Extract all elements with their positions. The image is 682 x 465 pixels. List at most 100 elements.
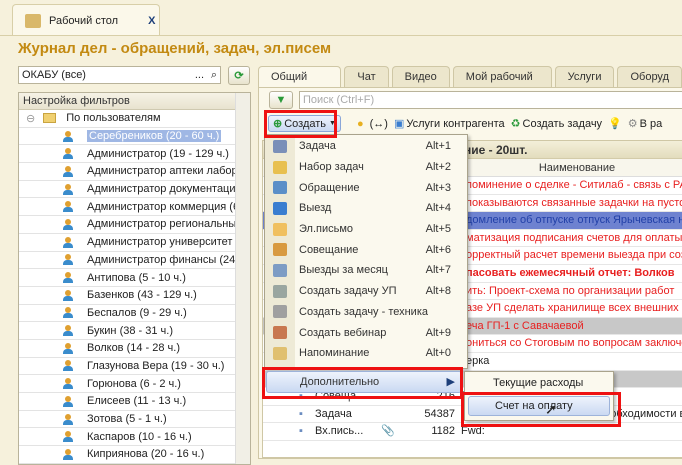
menu-item-icon: [273, 201, 287, 215]
tree-user-item[interactable]: Горюнова (6 - 2 ч.): [19, 375, 250, 393]
user-label: Зотова (5 - 1 ч.): [87, 413, 167, 426]
tree-user-item[interactable]: Каспаров (10 - 16 ч.): [19, 428, 250, 447]
desktop-icon: [25, 13, 41, 28]
tree-user-item[interactable]: Киприянова (20 - 16 ч.): [19, 446, 250, 464]
menu-item[interactable]: Создать задачу - техника: [265, 302, 467, 323]
tree-user-item[interactable]: Базенков (43 - 129 ч.): [19, 287, 250, 305]
menu-item-label: Задача: [299, 140, 336, 153]
tree-user-item[interactable]: Зотова (5 - 1 ч.): [19, 411, 250, 429]
search-placeholder: Поиск (Ctrl+F): [303, 94, 375, 106]
row-text: поминение о сделке - Ситилаб - связь с Р…: [466, 179, 682, 191]
menu-item-shortcut: Alt+6: [425, 243, 451, 256]
tree-user-item[interactable]: Администратор (19 - 129 ч.): [19, 145, 250, 164]
row-type: Вх.пись...: [315, 425, 364, 438]
tree-user-item[interactable]: Администратор университет (14 -: [19, 234, 250, 252]
tree-user-item[interactable]: Елисеев (11 - 13 ч.): [19, 393, 250, 411]
tree-user-item[interactable]: Администратор финансы (242 - 2: [19, 252, 250, 270]
create-task-button[interactable]: Создать задачу: [523, 118, 603, 130]
menu-item[interactable]: Создать вебинар Alt+9: [265, 322, 467, 343]
user-icon: [63, 272, 73, 284]
user-label: Глазунова Вера (19 - 30 ч.): [87, 359, 225, 372]
search-input[interactable]: Поиск (Ctrl+F): [299, 91, 682, 109]
menu-item[interactable]: Совещание Alt+6: [265, 239, 467, 260]
menu-item-shortcut: Alt+0: [425, 347, 451, 360]
tab-item[interactable]: Услуги: [554, 66, 615, 87]
row-text: азе УП сделать хранилище всех внешних от…: [466, 302, 682, 315]
menu-item-shortcut: Alt+1: [425, 140, 451, 153]
page-title: Журнал дел - обращений, задач, эл.писем: [18, 40, 332, 57]
submenu-item-current-expenses[interactable]: Текущие расходы: [465, 372, 613, 394]
menu-item-icon: [273, 181, 287, 195]
menu-item-label: Обращение: [299, 181, 360, 194]
tab-item[interactable]: Видео: [391, 66, 450, 87]
highlight-invoice: [461, 392, 621, 427]
select-button[interactable]: ...: [195, 69, 204, 81]
row-type: Задача: [315, 407, 352, 420]
menu-item[interactable]: Эл.письмо Alt+5: [265, 219, 467, 240]
tree-user-item[interactable]: Беспалов (9 - 29 ч.): [19, 305, 250, 323]
tree-group-label: По пользователям: [66, 112, 161, 125]
menu-item[interactable]: Создать задачу УП Alt+8: [265, 281, 467, 302]
menu-item[interactable]: Напоминание Alt+0: [265, 343, 467, 364]
user-label: Администратор финансы (242 - 2: [87, 253, 250, 266]
row-text: домление об отпуске отпуск Ярычевская на: [466, 214, 682, 227]
tab-desktop-label: Рабочий стол: [49, 14, 119, 27]
user-icon: [63, 360, 73, 372]
tab-item[interactable]: Оборуд: [617, 66, 682, 87]
filter-value: ОКАБУ (все): [22, 69, 86, 81]
tree-user-item[interactable]: Серебреников (20 - 60 ч.): [19, 128, 250, 146]
scrollbar[interactable]: [235, 93, 250, 464]
menu-item-shortcut: Alt+3: [425, 181, 451, 194]
close-icon[interactable]: X: [148, 15, 155, 27]
user-icon: [63, 325, 73, 337]
menu-item[interactable]: Задача Alt+1: [265, 136, 467, 157]
menu-item[interactable]: Набор задач Alt+2: [265, 157, 467, 178]
filter-input[interactable]: ОКАБУ (все) ... ⌕: [18, 66, 221, 84]
menu-item-label: Выезды за месяц: [299, 264, 388, 277]
tab-item[interactable]: Мой рабочий лист: [452, 66, 552, 103]
tree-user-item[interactable]: Антипова (5 - 10 ч.): [19, 269, 250, 287]
user-icon: [63, 254, 73, 266]
row-text: показываются связанные задачки на пустом: [466, 196, 682, 209]
menu-item[interactable]: Выезд Alt+4: [265, 198, 467, 219]
bulb-icon[interactable]: ●: [357, 118, 364, 130]
tree-user-item[interactable]: Волков (14 - 28 ч.): [19, 340, 250, 358]
highlight-extra: [262, 367, 463, 399]
search-icon[interactable]: ⌕: [211, 69, 217, 82]
services-icon: ▣: [393, 118, 405, 130]
refresh-button[interactable]: ⟳: [228, 66, 250, 85]
gear-icon: ⚙: [627, 118, 638, 130]
user-icon: [63, 307, 73, 319]
menu-item[interactable]: Обращение Alt+3: [265, 177, 467, 198]
menu-item-label: Напоминание: [299, 347, 370, 360]
tree-user-item[interactable]: Администратор документация (26: [19, 181, 250, 199]
user-icon: [63, 431, 73, 443]
work-button[interactable]: В ра: [640, 118, 663, 130]
menu-item[interactable]: Выезды за месяц Alt+7: [265, 260, 467, 281]
tree-user-item[interactable]: Букин (38 - 31 ч.): [19, 322, 250, 340]
tree-group[interactable]: ⊖ По пользователям: [19, 110, 250, 128]
filter-button[interactable]: ▼: [269, 91, 293, 109]
tree-user-item[interactable]: Администратор коммерция (6 - 1: [19, 198, 250, 217]
row-text: ерка: [466, 354, 490, 367]
tree-user-item[interactable]: Администратор региональные (3: [19, 216, 250, 234]
lightbulb-icon[interactable]: 💡: [608, 117, 622, 130]
tab-item[interactable]: Общий список: [258, 66, 342, 103]
row-text: матизация подписания счетов для оплаты в: [466, 231, 682, 244]
funnel-icon: ▼: [275, 94, 287, 106]
row-text: еча ГП-1 с Савачаевой: [466, 319, 584, 332]
link-button[interactable]: (↔): [370, 118, 388, 130]
menu-item-icon: [273, 160, 287, 174]
collapse-icon[interactable]: ⊖: [26, 112, 35, 125]
menu-item-shortcut: Alt+7: [425, 264, 451, 277]
tree-user-item[interactable]: Администратор аптеки лаборатор: [19, 163, 250, 181]
user-icon: [63, 448, 73, 460]
tree-user-item[interactable]: Глазунова Вера (19 - 30 ч.): [19, 358, 250, 376]
services-button[interactable]: Услуги контрагента: [406, 118, 504, 130]
filter-tree: Настройка фильтров ⊖ По пользователям Се…: [18, 92, 251, 465]
tab-item[interactable]: Чат: [344, 66, 389, 87]
tab-desktop[interactable]: Рабочий стол X: [12, 4, 160, 36]
user-label: Администратор (19 - 129 ч.): [87, 147, 229, 160]
user-icon: [63, 130, 73, 142]
user-label: Администратор аптеки лаборатор: [87, 165, 250, 178]
